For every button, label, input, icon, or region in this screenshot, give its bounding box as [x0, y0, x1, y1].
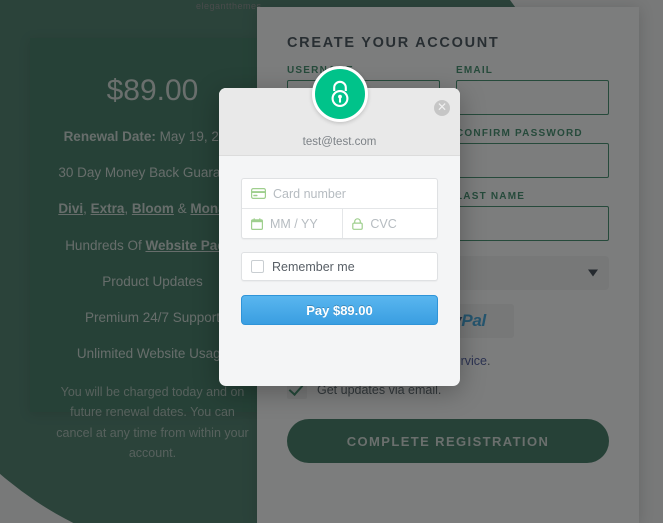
- remember-me-checkbox[interactable]: [251, 260, 264, 273]
- card-cvc-placeholder: CVC: [370, 216, 397, 231]
- close-icon[interactable]: ✕: [434, 100, 450, 116]
- card-number-row[interactable]: Card number: [242, 179, 437, 208]
- card-expiry-field[interactable]: MM / YY: [242, 209, 344, 238]
- lock-icon: [352, 217, 364, 230]
- card-fields-group: Card number MM / YY CVC: [241, 178, 438, 239]
- stripe-modal-body: Card number MM / YY CVC Remember me Pay …: [219, 156, 460, 325]
- card-expiry-placeholder: MM / YY: [270, 216, 318, 231]
- stripe-modal-header: ✕ test@test.com: [219, 66, 460, 156]
- card-number-placeholder: Card number: [273, 186, 346, 201]
- stripe-account-email: test@test.com: [302, 136, 377, 148]
- pay-button[interactable]: Pay $89.00: [241, 295, 438, 325]
- card-cvc-field[interactable]: CVC: [343, 209, 437, 238]
- calendar-icon: [251, 217, 263, 230]
- screen: elegantthemes $89.00 Renewal Date: May 1…: [0, 0, 663, 523]
- padlock-icon: [311, 66, 368, 122]
- remember-me-label: Remember me: [272, 259, 355, 274]
- card-expiry-cvc-row: MM / YY CVC: [242, 208, 437, 238]
- remember-me-row[interactable]: Remember me: [241, 252, 438, 281]
- credit-card-icon: [251, 188, 266, 199]
- stripe-checkout-modal: ✕ test@test.com Card number MM / YY CVC …: [219, 66, 460, 386]
